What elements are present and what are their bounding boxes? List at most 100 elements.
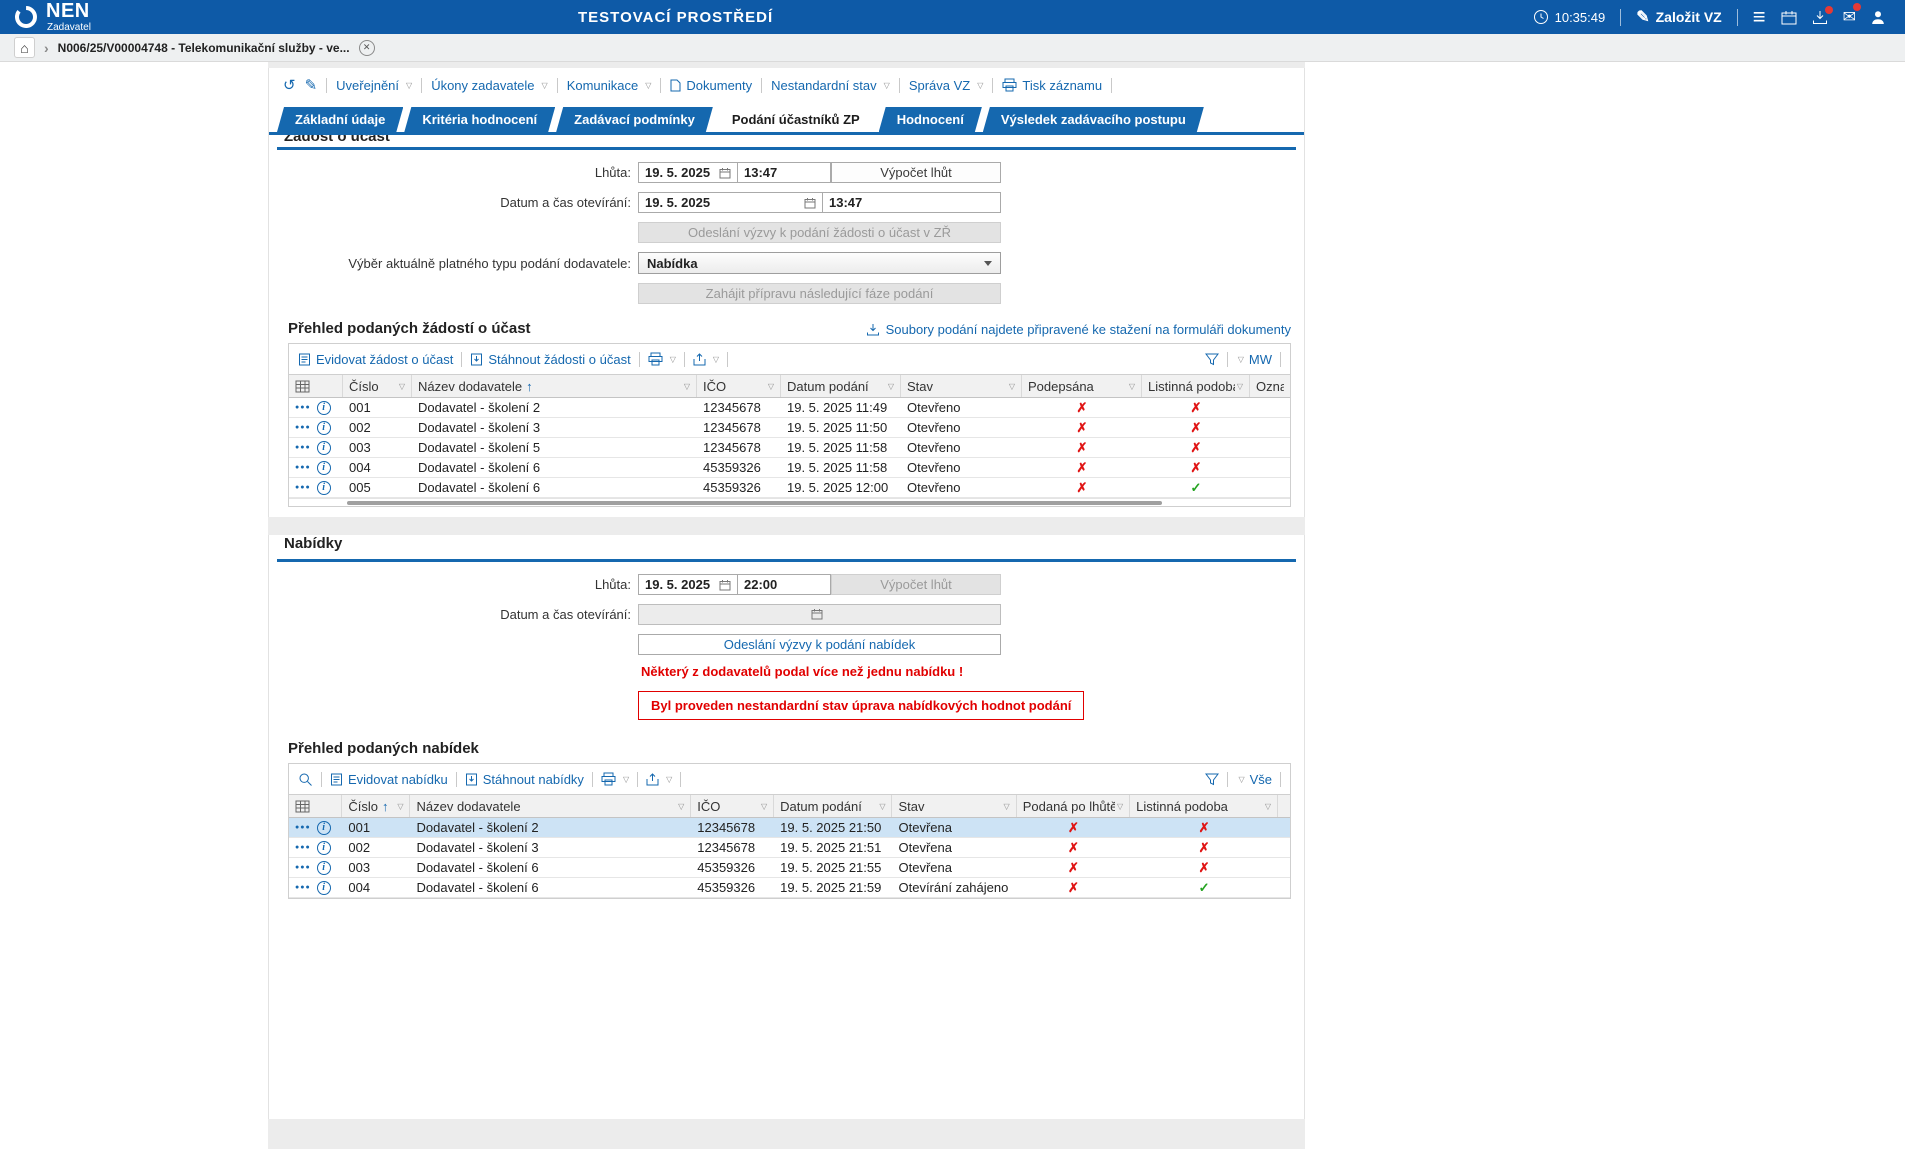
- column-header-oznaceni[interactable]: Označ: [1250, 375, 1290, 397]
- row-menu-icon[interactable]: ●●●: [295, 864, 311, 871]
- column-header-datum[interactable]: Datum podání ▽: [774, 795, 892, 817]
- lhuta-time-field[interactable]: 13:47: [738, 162, 831, 183]
- row-info-icon[interactable]: i: [317, 481, 331, 495]
- lhuta-date-field[interactable]: 19. 5. 2025: [638, 162, 738, 183]
- menu-komunikace[interactable]: Komunikace ▽: [567, 78, 652, 93]
- column-header-po-lhute[interactable]: Podaná po lhůtě ▽: [1017, 795, 1130, 817]
- column-header-ico[interactable]: IČO ▽: [697, 375, 781, 397]
- typ-podani-select[interactable]: Nabídka: [638, 252, 1001, 274]
- row-info-icon[interactable]: i: [317, 441, 331, 455]
- calendar-picker-icon[interactable]: [811, 608, 823, 620]
- column-header-podepsana[interactable]: Podepsána ▽: [1022, 375, 1142, 397]
- filter-icon[interactable]: ▽: [1237, 382, 1243, 391]
- vypocet-lhut-button-disabled[interactable]: Výpočet lhůt: [831, 574, 1001, 595]
- evidovat-nabidku-button[interactable]: Evidovat nabídku: [330, 772, 448, 787]
- column-header-listinna[interactable]: Listinná podoba ▽: [1142, 375, 1250, 397]
- calendar-picker-icon[interactable]: [719, 167, 731, 179]
- filter-icon[interactable]: ▽: [888, 382, 894, 391]
- nabidky-oteviranie-field[interactable]: [638, 604, 1001, 625]
- row-info-icon[interactable]: i: [317, 841, 331, 855]
- row-info-icon[interactable]: i: [317, 881, 331, 895]
- menu-sprava-vz[interactable]: Správa VZ ▽: [909, 78, 984, 93]
- filter-icon[interactable]: ▽: [1009, 382, 1015, 391]
- filter-icon[interactable]: ▽: [761, 802, 767, 811]
- filter-icon[interactable]: ▽: [1004, 802, 1010, 811]
- row-menu-icon[interactable]: ●●●: [295, 424, 311, 431]
- column-settings[interactable]: [289, 795, 342, 817]
- table-row[interactable]: ●●●i 003 Dodavatel - školení 6 45359326 …: [289, 858, 1290, 878]
- horizontal-scrollbar[interactable]: [289, 498, 1290, 506]
- row-info-icon[interactable]: i: [317, 821, 331, 835]
- column-header-datum[interactable]: Datum podání ▽: [781, 375, 901, 397]
- table-row[interactable]: ●●●i 004 Dodavatel - školení 6 45359326 …: [289, 878, 1290, 898]
- zahajit-pripravu-button[interactable]: Zahájit přípravu následující fáze podání: [638, 283, 1001, 304]
- filter-icon[interactable]: ▽: [768, 382, 774, 391]
- column-header-cislo[interactable]: Číslo ▽: [343, 375, 412, 397]
- filter-funnel-icon[interactable]: [1205, 353, 1219, 366]
- table-row[interactable]: ●●●i 003 Dodavatel - školení 5 12345678 …: [289, 438, 1290, 458]
- calendar-picker-icon[interactable]: [719, 579, 731, 591]
- breadcrumb-item[interactable]: N006/25/V00004748 - Telekomunikační služ…: [58, 41, 350, 55]
- oteviranie-time-field[interactable]: 13:47: [823, 192, 1001, 213]
- downloads-icon[interactable]: [1812, 10, 1828, 25]
- user-profile-icon[interactable]: [1871, 10, 1885, 24]
- tab-kriteria-hodnoceni[interactable]: Kritéria hodnocení: [404, 107, 555, 132]
- filter-icon[interactable]: ▽: [684, 382, 690, 391]
- tab-zakladni-udaje[interactable]: Základní údaje: [277, 107, 403, 132]
- tab-hodnoceni[interactable]: Hodnocení: [879, 107, 982, 132]
- nabidky-lhuta-time-field[interactable]: 22:00: [738, 574, 831, 595]
- column-header-ico[interactable]: IČO ▽: [691, 795, 774, 817]
- view-selector[interactable]: ▽ MW: [1236, 352, 1272, 367]
- filter-icon[interactable]: ▽: [879, 802, 885, 811]
- row-menu-icon[interactable]: ●●●: [295, 404, 311, 411]
- vypocet-lhut-button[interactable]: Výpočet lhůt: [831, 162, 1001, 183]
- filter-icon[interactable]: ▽: [399, 382, 405, 391]
- column-header-cislo[interactable]: Číslo↑ ▽: [342, 795, 410, 817]
- detail-search-icon[interactable]: [298, 772, 313, 787]
- column-header-nazev[interactable]: Název dodavatele ▽: [410, 795, 691, 817]
- menu-dokumenty[interactable]: Dokumenty: [670, 78, 752, 93]
- scrollbar-thumb[interactable]: [347, 501, 1162, 505]
- table-row[interactable]: ●●●i 005 Dodavatel - školení 6 45359326 …: [289, 478, 1290, 498]
- table-row[interactable]: ●●●i 001 Dodavatel - školení 2 12345678 …: [289, 398, 1290, 418]
- menu-nestandardni-stav[interactable]: Nestandardní stav ▽: [771, 78, 890, 93]
- nabidky-lhuta-date-field[interactable]: 19. 5. 2025: [638, 574, 738, 595]
- home-button[interactable]: ⌂: [14, 37, 35, 58]
- soubory-podani-link[interactable]: Soubory podání najdete připravené ke sta…: [866, 322, 1291, 337]
- close-tab-icon[interactable]: ✕: [359, 40, 375, 56]
- menu-ukony-zadavatele[interactable]: Úkony zadavatele ▽: [431, 78, 548, 93]
- table-row[interactable]: ●●●i 002 Dodavatel - školení 3 12345678 …: [289, 418, 1290, 438]
- print-table-button[interactable]: ▽: [648, 352, 676, 366]
- nen-brand[interactable]: NEN Zadavatel: [13, 1, 91, 33]
- table-row-selected[interactable]: ●●●i 001 Dodavatel - školení 2 12345678 …: [289, 818, 1290, 838]
- row-info-icon[interactable]: i: [317, 421, 331, 435]
- hamburger-menu-icon[interactable]: ≡: [1753, 7, 1766, 27]
- row-menu-icon[interactable]: ●●●: [295, 884, 311, 891]
- oteviranie-date-field[interactable]: 19. 5. 2025: [638, 192, 823, 213]
- create-vz-button[interactable]: ✎ Založit VZ: [1636, 7, 1722, 27]
- tab-podani-ucastniku-zp[interactable]: Podání účastníků ZP: [714, 107, 878, 132]
- row-menu-icon[interactable]: ●●●: [295, 824, 311, 831]
- column-header-stav[interactable]: Stav ▽: [892, 795, 1016, 817]
- odeslani-vyzvy-nabidek-button[interactable]: Odeslání výzvy k podání nabídek: [638, 634, 1001, 655]
- export-table-button[interactable]: ▽: [693, 353, 719, 366]
- edit-icon[interactable]: ✎: [305, 76, 318, 94]
- print-table-button[interactable]: ▽: [601, 772, 629, 786]
- column-header-nazev[interactable]: Název dodavatele↑ ▽: [412, 375, 697, 397]
- export-table-button[interactable]: ▽: [646, 773, 672, 786]
- table-row[interactable]: ●●●i 004 Dodavatel - školení 6 45359326 …: [289, 458, 1290, 478]
- evidovat-zadost-button[interactable]: Evidovat žádost o účast: [298, 352, 453, 367]
- row-info-icon[interactable]: i: [317, 401, 331, 415]
- mail-icon[interactable]: ✉: [1843, 7, 1856, 27]
- filter-funnel-icon[interactable]: [1205, 773, 1219, 786]
- table-row[interactable]: ●●●i 002 Dodavatel - školení 3 12345678 …: [289, 838, 1290, 858]
- column-settings[interactable]: [289, 375, 343, 397]
- column-header-stav[interactable]: Stav ▽: [901, 375, 1022, 397]
- calendar-icon[interactable]: [1781, 10, 1797, 25]
- filter-icon[interactable]: ▽: [678, 802, 684, 811]
- row-menu-icon[interactable]: ●●●: [295, 484, 311, 491]
- row-menu-icon[interactable]: ●●●: [295, 444, 311, 451]
- filter-icon[interactable]: ▽: [1117, 802, 1123, 811]
- refresh-icon[interactable]: ↺: [283, 76, 296, 94]
- tab-zadavaci-podminky[interactable]: Zadávací podmínky: [556, 107, 713, 132]
